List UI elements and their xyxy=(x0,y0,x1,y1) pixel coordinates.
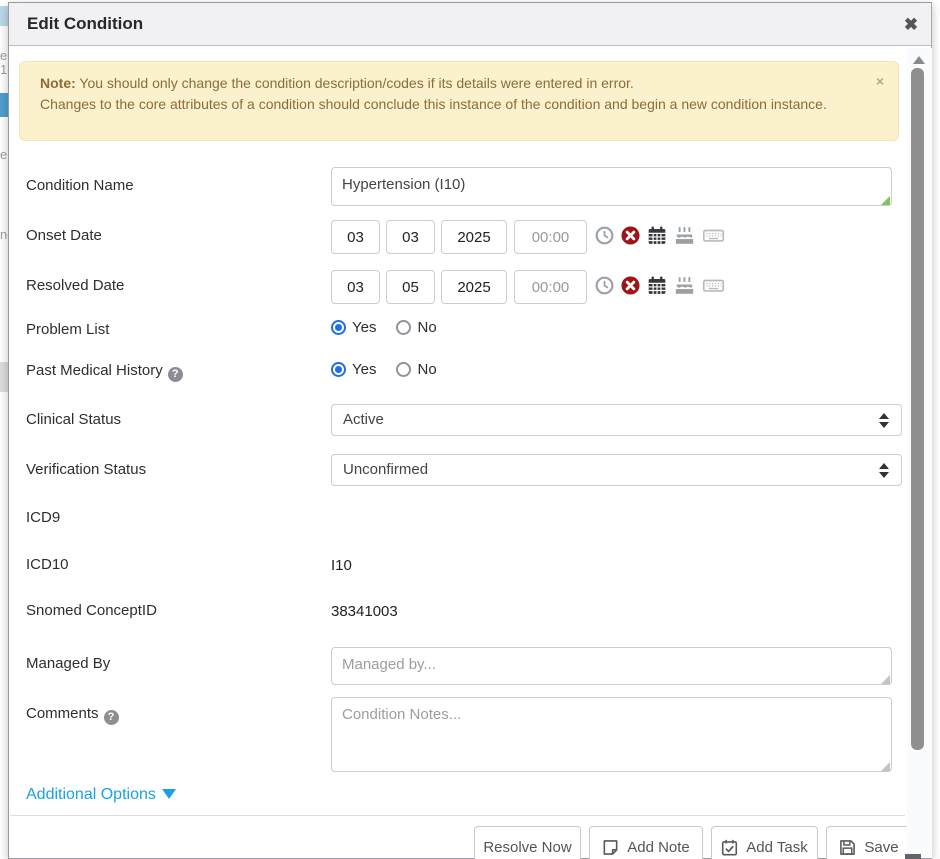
condition-name-input[interactable]: Hypertension (I10) xyxy=(331,167,892,206)
past-medical-history-label: Past Medical History? xyxy=(26,362,183,382)
pmh-no-radio[interactable]: No xyxy=(396,361,436,378)
radio-label: No xyxy=(417,361,436,378)
backdrop-fragment: e xyxy=(0,48,8,63)
onset-day-input[interactable] xyxy=(386,220,435,254)
select-arrows-icon xyxy=(879,413,889,428)
radio-label: Yes xyxy=(352,319,376,336)
clear-date-icon[interactable] xyxy=(621,276,640,295)
calendar-icon[interactable] xyxy=(647,226,667,245)
resolved-time-input[interactable] xyxy=(514,270,587,304)
calendar-check-icon xyxy=(721,839,738,856)
label-text: Comments xyxy=(26,705,99,722)
comments-label: Comments? xyxy=(26,705,119,725)
additional-options-link[interactable]: Additional Options xyxy=(26,786,176,804)
chevron-down-icon xyxy=(162,789,176,799)
button-label: Save xyxy=(864,839,898,856)
modal-body: Note: You should only change the conditi… xyxy=(9,47,931,858)
verification-status-label: Verification Status xyxy=(26,461,146,478)
resolved-day-input[interactable] xyxy=(386,270,435,304)
resize-grip-icon[interactable] xyxy=(881,762,890,771)
calendar-icon[interactable] xyxy=(647,276,667,295)
additional-options-label: Additional Options xyxy=(26,786,156,803)
note-alert-line1: You should only change the condition des… xyxy=(76,75,634,91)
comments-input[interactable] xyxy=(331,697,892,772)
problem-list-no-radio[interactable]: No xyxy=(396,319,436,336)
radio-label: Yes xyxy=(352,361,376,378)
birthday-cake-icon[interactable] xyxy=(674,276,695,295)
backdrop-fragment: e xyxy=(0,147,8,162)
backdrop-fragment: ne xyxy=(0,227,8,242)
condition-name-label: Condition Name xyxy=(26,177,134,194)
keyboard-icon[interactable] xyxy=(702,226,725,245)
managed-by-input[interactable] xyxy=(331,647,892,685)
onset-month-input[interactable] xyxy=(331,220,380,254)
help-icon[interactable]: ? xyxy=(104,710,119,725)
label-text: Past Medical History xyxy=(26,362,163,379)
resolve-now-button[interactable]: Resolve Now xyxy=(474,826,581,859)
resolved-month-input[interactable] xyxy=(331,270,380,304)
clock-icon[interactable] xyxy=(595,226,614,245)
footer-divider xyxy=(10,815,905,816)
radio-label: No xyxy=(417,319,436,336)
scrollbar[interactable] xyxy=(907,48,932,858)
snomed-value: 38341003 xyxy=(331,603,398,620)
edit-condition-modal: Edit Condition ✖ Note: You should only c… xyxy=(8,2,932,859)
clear-date-icon[interactable] xyxy=(621,226,640,245)
onset-date-label: Onset Date xyxy=(26,227,102,244)
close-icon[interactable]: ✖ xyxy=(897,11,925,39)
backdrop-fragment: 1 xyxy=(0,62,8,77)
onset-date-tools xyxy=(595,226,725,245)
problem-list-radio-group: Yes No xyxy=(331,319,457,336)
select-arrows-icon xyxy=(879,463,889,478)
pmh-yes-radio[interactable]: Yes xyxy=(331,361,376,378)
resolved-date-tools xyxy=(595,276,725,295)
resize-grip-icon[interactable] xyxy=(881,196,890,205)
resize-grip-icon[interactable] xyxy=(881,675,890,684)
alert-dismiss-icon[interactable]: × xyxy=(876,71,884,92)
snomed-label: Snomed ConceptID xyxy=(26,602,157,619)
onset-time-input[interactable] xyxy=(514,220,587,254)
scrollbar-end xyxy=(905,854,921,859)
onset-year-input[interactable] xyxy=(441,220,507,254)
modal-header: Edit Condition ✖ xyxy=(9,3,931,46)
note-icon xyxy=(602,839,619,856)
verification-status-select[interactable]: Unconfirmed xyxy=(331,454,902,486)
button-label: Add Task xyxy=(746,839,807,856)
past-medical-history-radio-group: Yes No xyxy=(331,361,457,378)
scrollbar-thumb[interactable] xyxy=(911,68,924,750)
add-note-button[interactable]: Add Note xyxy=(589,826,703,859)
backdrop-fragment xyxy=(0,362,8,392)
keyboard-icon[interactable] xyxy=(702,276,725,295)
resolved-date-label: Resolved Date xyxy=(26,277,124,294)
note-alert: Note: You should only change the conditi… xyxy=(19,61,899,141)
problem-list-yes-radio[interactable]: Yes xyxy=(331,319,376,336)
managed-by-label: Managed By xyxy=(26,655,110,672)
button-label: Resolve Now xyxy=(483,839,571,856)
select-value: Unconfirmed xyxy=(343,461,428,478)
icd9-label: ICD9 xyxy=(26,509,60,526)
icd10-value: I10 xyxy=(331,557,352,574)
button-label: Add Note xyxy=(627,839,690,856)
resolved-year-input[interactable] xyxy=(441,270,507,304)
clock-icon[interactable] xyxy=(595,276,614,295)
backdrop-fragment xyxy=(0,93,8,117)
clinical-status-label: Clinical Status xyxy=(26,411,121,428)
note-alert-text: Note: You should only change the conditi… xyxy=(40,73,830,115)
birthday-cake-icon[interactable] xyxy=(674,226,695,245)
note-alert-prefix: Note: xyxy=(40,75,76,91)
add-task-button[interactable]: Add Task xyxy=(711,826,818,859)
page: e 1 e ne Edit Condition ✖ Note: You shou… xyxy=(0,0,940,859)
save-icon xyxy=(839,839,856,856)
clinical-status-select[interactable]: Active xyxy=(331,404,902,436)
scrollbar-up-icon[interactable] xyxy=(913,56,925,64)
note-alert-line2: Changes to the core attributes of a cond… xyxy=(40,96,827,112)
backdrop-fragment xyxy=(0,6,8,26)
select-value: Active xyxy=(343,411,384,428)
modal-title: Edit Condition xyxy=(27,14,143,34)
icd10-label: ICD10 xyxy=(26,556,69,573)
save-button[interactable]: Save xyxy=(826,826,912,859)
help-icon[interactable]: ? xyxy=(168,367,183,382)
problem-list-label: Problem List xyxy=(26,321,109,338)
